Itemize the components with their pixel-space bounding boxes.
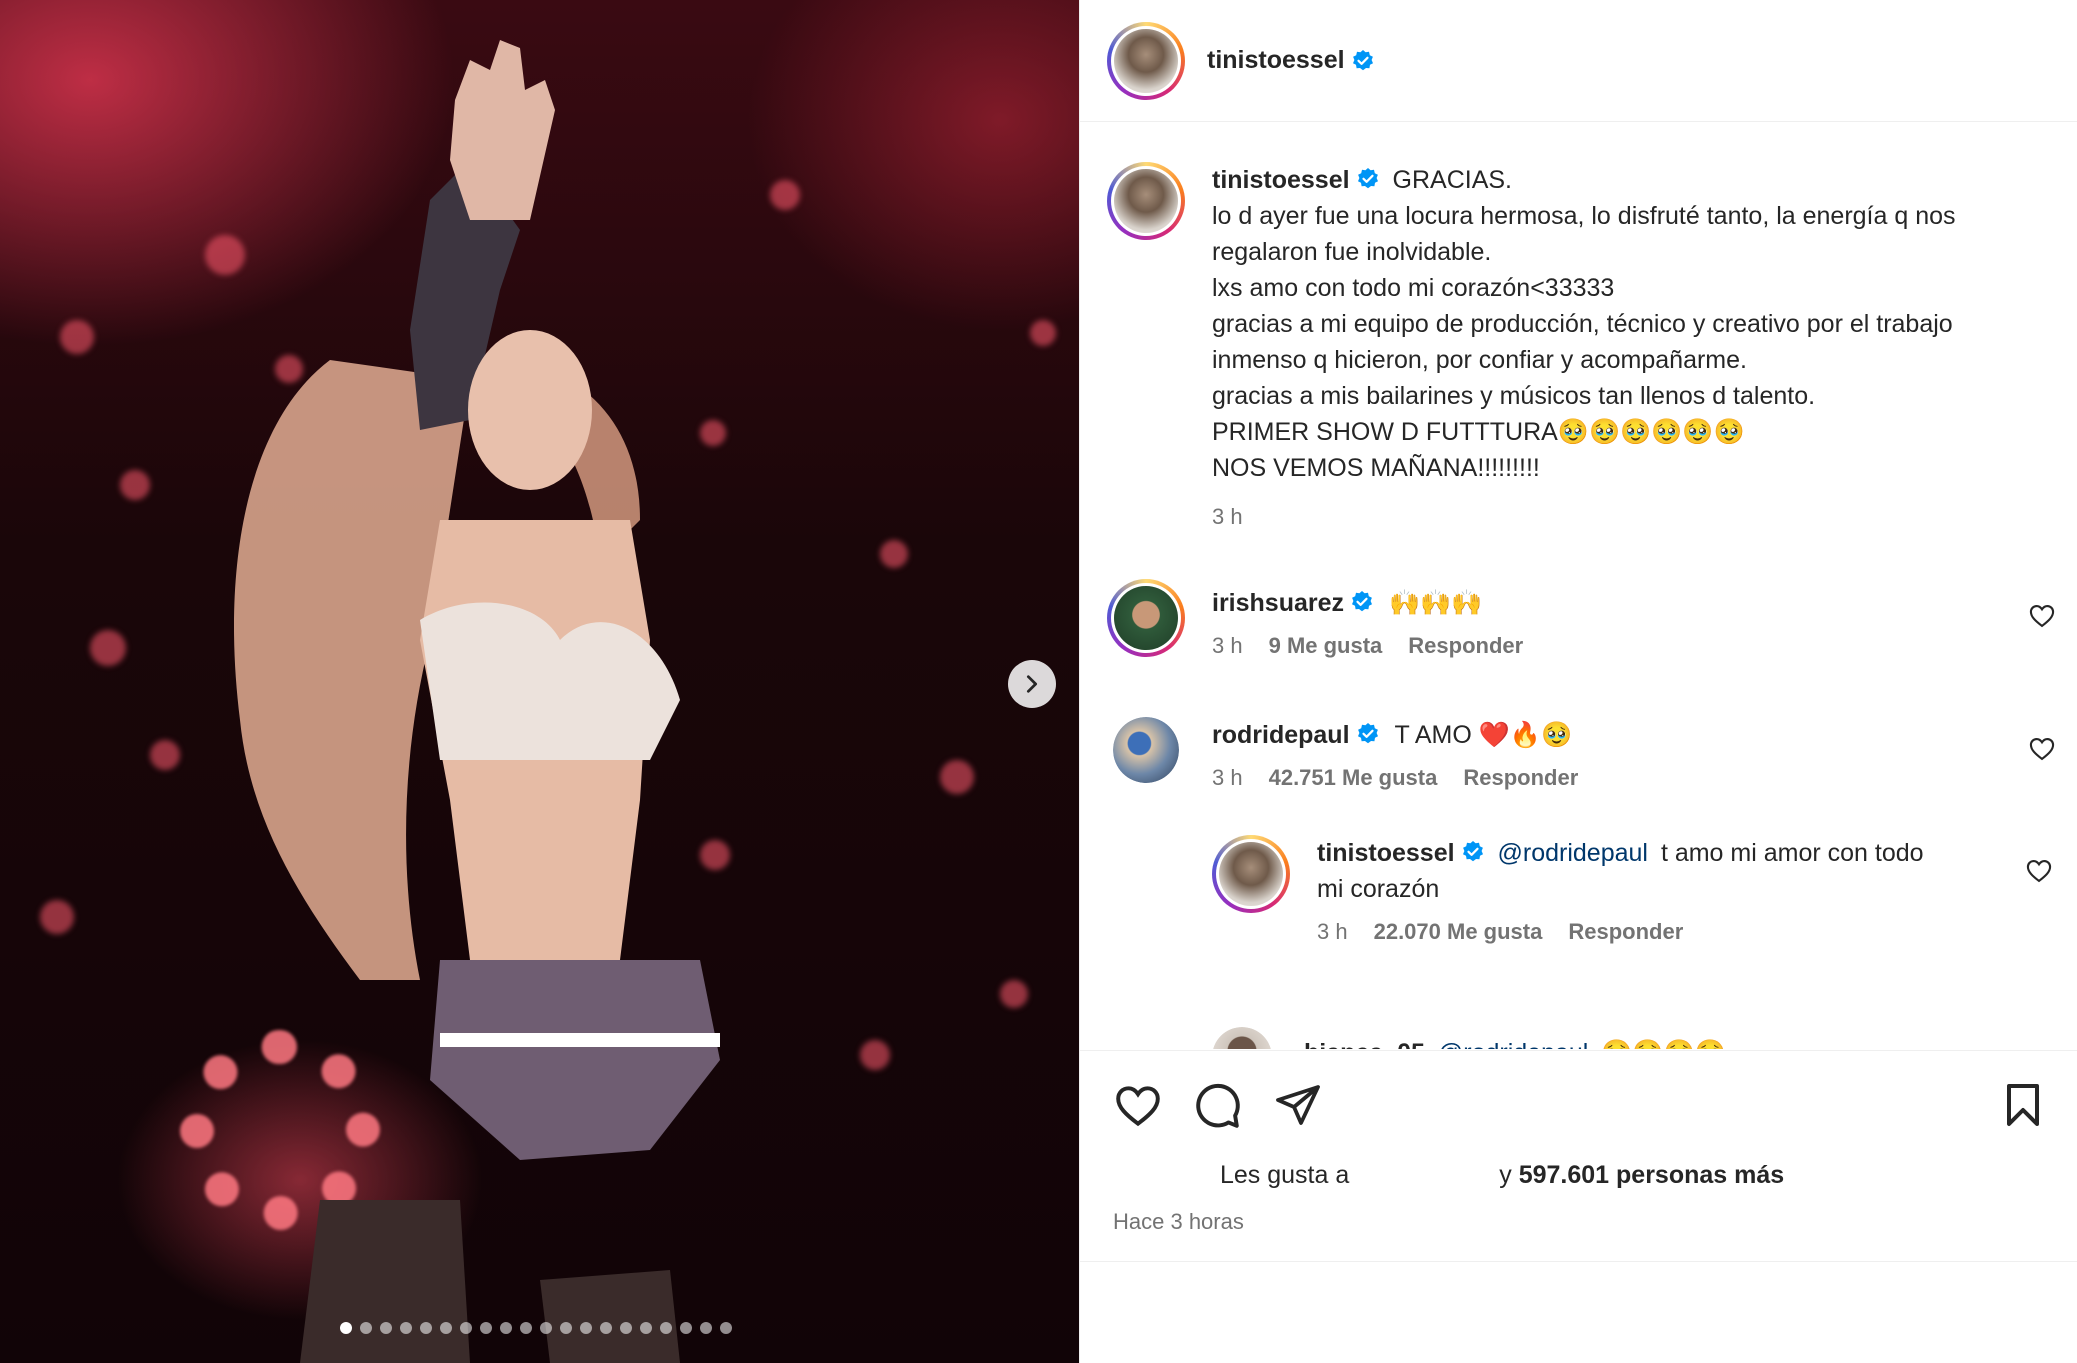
likes-suffix: y (1499, 1161, 1519, 1189)
comment-text: 🙌🙌🙌 (1388, 589, 1483, 617)
reply-mention-link[interactable]: @rodridepaul (1498, 839, 1648, 867)
carousel-dot (600, 1322, 612, 1334)
post-panel: tinistoessel tinistoessel GRACIAS. lo d … (1079, 0, 2077, 1363)
caption-line: NOS VEMOS MAÑANA!!!!!!!!! (1212, 454, 1540, 482)
post-actions: Les gusta a y 597.601 personas más Hace 3… (1080, 1050, 2077, 1363)
comment-time[interactable]: 3 h (1212, 765, 1243, 791)
carousel-dot (400, 1322, 412, 1334)
carousel-dot (440, 1322, 452, 1334)
carousel-dot (680, 1322, 692, 1334)
comment-likes[interactable]: 42.751 Me gusta (1269, 765, 1438, 791)
instagram-post: tinistoessel tinistoessel GRACIAS. lo d … (0, 0, 2077, 1363)
carousel-dot (420, 1322, 432, 1334)
caption-line: gracias a mi equipo de producción, técni… (1212, 310, 1953, 338)
carousel-dot (720, 1322, 732, 1334)
verified-badge-icon (1352, 49, 1373, 70)
carousel-dot (620, 1322, 632, 1334)
caption-line: PRIMER SHOW D FUTTTURA🥹🥹🥹🥹🥹🥹 (1212, 418, 1745, 446)
reply-username[interactable]: tinistoessel (1317, 839, 1455, 867)
likes-prefix: Les gusta a (1220, 1161, 1350, 1189)
heart-icon[interactable] (1113, 1081, 1163, 1131)
commenter-avatar[interactable] (1212, 1027, 1272, 1049)
reply-button[interactable]: Responder (1463, 765, 1578, 791)
carousel-dot (540, 1322, 552, 1334)
paper-plane-icon[interactable] (1274, 1081, 1322, 1129)
caption-line: inmenso q hicieron, por confiar y acompa… (1212, 346, 1747, 374)
comment-username[interactable]: irishsuarez (1212, 589, 1344, 617)
reply-likes[interactable]: 22.070 Me gusta (1374, 919, 1543, 945)
carousel-dot (580, 1322, 592, 1334)
performer-silhouette (234, 40, 720, 1363)
comment-item: rodridepaul T AMO ❤️🔥🥹 3 h 42.751 Me gus… (1113, 717, 1578, 791)
carousel-dot (480, 1322, 492, 1334)
carousel-indicator (340, 1322, 732, 1334)
comment-likes[interactable]: 9 Me gusta (1269, 633, 1383, 659)
verified-badge-icon (1357, 723, 1378, 744)
reply-text: mi corazón (1317, 875, 1440, 903)
comment-like-heart-icon[interactable] (2028, 602, 2056, 630)
post-media[interactable] (0, 0, 1079, 1363)
carousel-next-button[interactable] (1008, 660, 1056, 708)
divider (1080, 1261, 2077, 1262)
caption-line: GRACIAS. (1392, 166, 1512, 194)
comment-bubble-icon[interactable] (1192, 1081, 1242, 1131)
carousel-dot (500, 1322, 512, 1334)
carousel-dot (520, 1322, 532, 1334)
caption-username[interactable]: tinistoessel (1212, 166, 1350, 194)
carousel-dot (700, 1322, 712, 1334)
comment-like-heart-icon[interactable] (2028, 735, 2056, 763)
commenter-avatar[interactable] (1107, 579, 1185, 657)
caption-line: regalaron fue inolvidable. (1212, 238, 1492, 266)
reply-item: tinistoessel @rodridepaul t amo mi amor … (1212, 835, 1997, 945)
comment-text: 🥹🥹🥹🥹 (1601, 1039, 1726, 1049)
carousel-dot (380, 1322, 392, 1334)
reply-button[interactable]: Responder (1568, 919, 1683, 945)
comment-like-heart-icon[interactable] (2025, 857, 2053, 885)
caption-line: lo d ayer fue una locura hermosa, lo dis… (1212, 202, 1956, 230)
carousel-dot (340, 1322, 352, 1334)
carousel-dot (660, 1322, 672, 1334)
reply-author-avatar[interactable] (1212, 835, 1290, 913)
reply-button[interactable]: Responder (1408, 633, 1523, 659)
caption-time[interactable]: 3 h (1212, 504, 1243, 530)
post-header: tinistoessel (1080, 0, 2077, 122)
verified-badge-icon (1357, 168, 1378, 189)
verified-badge-icon (1352, 591, 1373, 612)
comment-time[interactable]: 3 h (1212, 633, 1243, 659)
carousel-dot (360, 1322, 372, 1334)
comments-section[interactable]: tinistoessel GRACIAS. lo d ayer fue una … (1080, 123, 2077, 1049)
post-timestamp[interactable]: Hace 3 horas (1113, 1209, 1244, 1235)
commenter-avatar[interactable] (1113, 717, 1179, 783)
reply-time[interactable]: 3 h (1317, 919, 1348, 945)
comment-item: irishsuarez 🙌🙌🙌 3 h 9 Me gusta Responder (1107, 579, 1523, 659)
carousel-dot (460, 1322, 472, 1334)
comment-mention-link[interactable]: @rodridepaul (1438, 1039, 1588, 1049)
likes-count[interactable]: 597.601 personas más (1519, 1161, 1784, 1189)
carousel-dot (560, 1322, 572, 1334)
reply-text: t amo mi amor con todo (1660, 839, 1924, 867)
comment-text: T AMO ❤️🔥🥹 (1394, 721, 1573, 749)
comment-item: bianca_05 @rodridepaul 🥹🥹🥹🥹 (1212, 1027, 1726, 1049)
author-username[interactable]: tinistoessel (1207, 46, 1345, 75)
caption-author-avatar[interactable] (1107, 162, 1185, 240)
verified-badge-icon (1462, 841, 1483, 862)
caption-line: lxs amo con todo mi corazón<33333 (1212, 274, 1615, 302)
comment-username[interactable]: rodridepaul (1212, 721, 1350, 749)
bookmark-icon[interactable] (1999, 1081, 2047, 1129)
likes-summary[interactable]: Les gusta a y 597.601 personas más (1220, 1161, 1784, 1190)
author-avatar[interactable] (1107, 21, 1185, 100)
carousel-dot (640, 1322, 652, 1334)
post-caption: tinistoessel GRACIAS. lo d ayer fue una … (1107, 162, 2072, 530)
caption-line: gracias a mis bailarines y músicos tan l… (1212, 382, 1816, 410)
comment-username[interactable]: bianca_05 (1304, 1039, 1425, 1049)
chevron-right-icon (1026, 675, 1038, 693)
